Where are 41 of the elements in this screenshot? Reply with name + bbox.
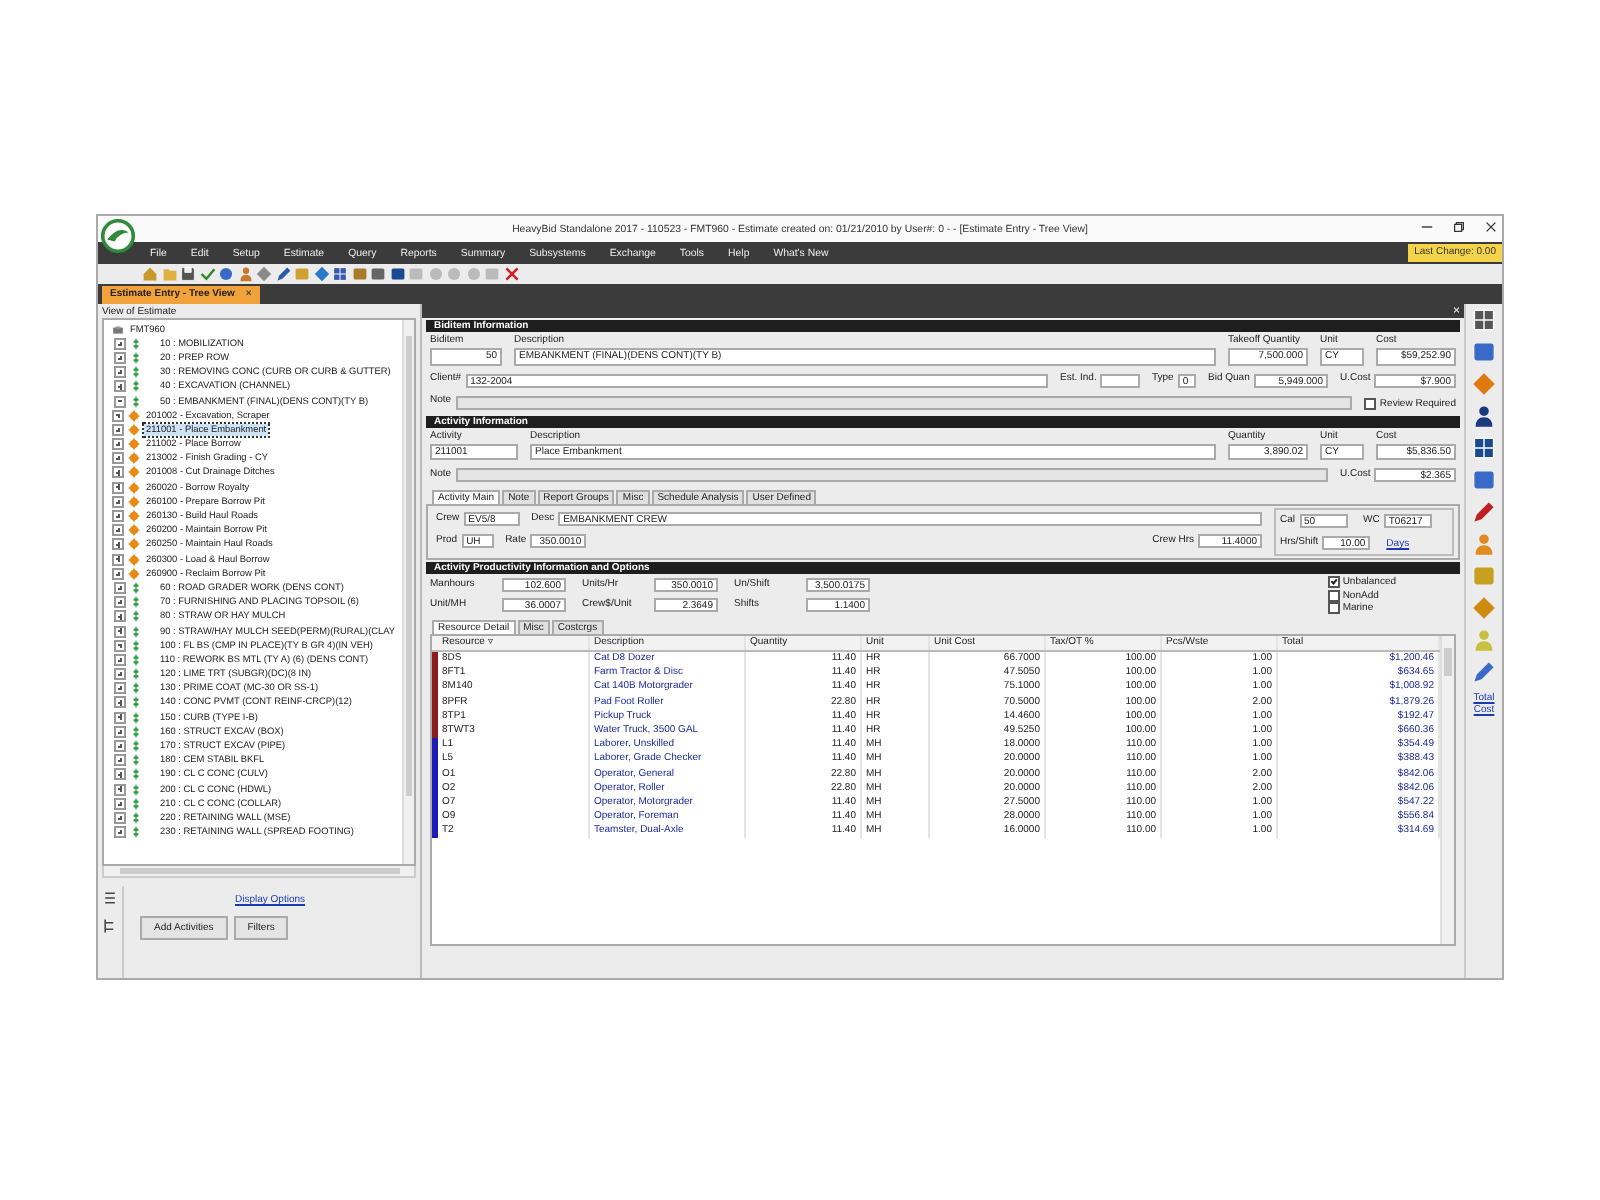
pencil-icon[interactable] bbox=[1472, 500, 1496, 524]
expander[interactable] bbox=[114, 826, 126, 839]
expander[interactable] bbox=[114, 682, 126, 695]
minimize-icon[interactable] bbox=[1420, 220, 1434, 234]
scrollbar[interactable] bbox=[102, 866, 416, 878]
person-icon[interactable] bbox=[1472, 404, 1496, 428]
text-field[interactable] bbox=[455, 468, 1328, 482]
expander[interactable] bbox=[114, 668, 126, 681]
expander[interactable] bbox=[114, 740, 126, 753]
grid-icon[interactable] bbox=[332, 266, 348, 282]
expander[interactable] bbox=[114, 596, 126, 609]
tree-icon[interactable] bbox=[102, 918, 118, 934]
expander[interactable] bbox=[114, 711, 126, 724]
expander[interactable] bbox=[114, 337, 126, 350]
expander[interactable] bbox=[114, 797, 126, 810]
expander[interactable] bbox=[114, 696, 126, 709]
scrollbar[interactable] bbox=[401, 320, 414, 864]
list-icon[interactable] bbox=[102, 890, 118, 906]
expander[interactable] bbox=[114, 653, 126, 666]
expander[interactable] bbox=[114, 610, 126, 623]
text-field[interactable] bbox=[455, 395, 1353, 409]
expander[interactable] bbox=[114, 366, 126, 379]
grid-icon[interactable] bbox=[1472, 436, 1496, 460]
close-icon[interactable] bbox=[1484, 220, 1498, 234]
expander[interactable] bbox=[114, 768, 126, 781]
restore-icon[interactable] bbox=[1452, 220, 1466, 234]
expander[interactable] bbox=[114, 783, 126, 796]
estimate-icon bbox=[112, 323, 124, 336]
expander[interactable] bbox=[114, 351, 126, 364]
expander[interactable] bbox=[114, 639, 126, 652]
expander[interactable] bbox=[114, 754, 126, 767]
expander[interactable] bbox=[114, 395, 126, 408]
check-icon[interactable] bbox=[199, 266, 215, 282]
expander[interactable] bbox=[114, 380, 126, 393]
expander[interactable] bbox=[114, 811, 126, 824]
pencil-icon[interactable] bbox=[1472, 660, 1496, 684]
expander[interactable] bbox=[114, 725, 126, 738]
scrollbar[interactable] bbox=[1440, 636, 1454, 944]
expander[interactable] bbox=[114, 625, 126, 638]
text-field[interactable] bbox=[1100, 373, 1140, 387]
expander[interactable] bbox=[114, 581, 126, 594]
